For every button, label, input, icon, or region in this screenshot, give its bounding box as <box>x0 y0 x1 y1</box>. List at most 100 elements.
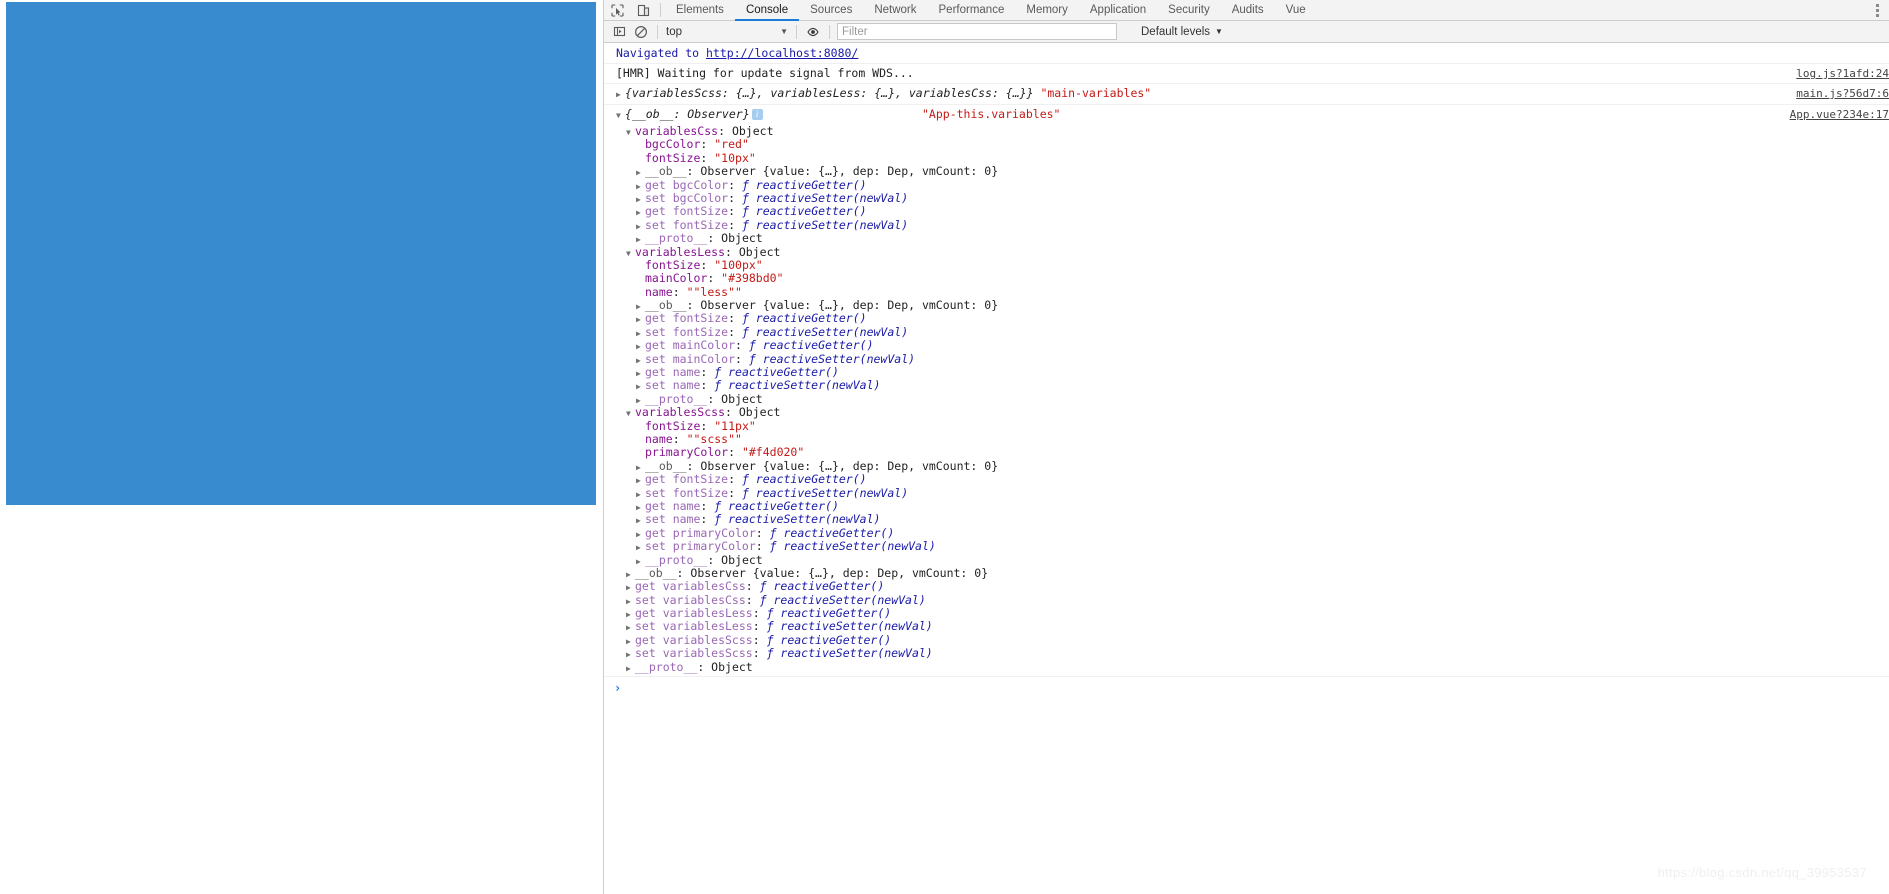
disclosure-triangle-expanded[interactable]: ▼ <box>616 108 625 123</box>
object-property-row[interactable]: ▶ get primaryColor: ƒ reactiveGetter() <box>604 526 1889 541</box>
disclosure-triangle-icon[interactable]: ▶ <box>636 354 645 367</box>
source-link-main-js[interactable]: main.js?56d7:6 <box>1796 86 1889 101</box>
tab-memory[interactable]: Memory <box>1015 0 1079 21</box>
disclosure-triangle-icon[interactable]: ▶ <box>636 501 645 514</box>
object-property-row[interactable]: ▶ get variablesCss: ƒ reactiveGetter() <box>604 580 1889 593</box>
disclosure-triangle-icon[interactable]: ▶ <box>636 514 645 527</box>
object-property-row[interactable]: ▶ set variablesCss: ƒ reactiveSetter(newV… <box>604 593 1889 608</box>
disclosure-triangle-icon[interactable]: ▶ <box>636 340 645 353</box>
disclosure-triangle-icon[interactable]: ▼ <box>626 126 635 139</box>
disclosure-triangle-icon[interactable]: ▶ <box>636 541 645 554</box>
live-expression-icon[interactable] <box>802 22 824 42</box>
disclosure-triangle-icon[interactable]: ▶ <box>636 166 645 179</box>
object-property-row[interactable]: ▶ set variablesScss: ƒ reactiveSetter(new… <box>604 647 1889 660</box>
disclosure-triangle-icon[interactable]: ▼ <box>626 247 635 260</box>
tab-console[interactable]: Console <box>734 0 800 21</box>
tab-elements[interactable]: Elements <box>665 0 735 21</box>
disclosure-triangle-icon[interactable]: ▶ <box>626 648 635 661</box>
source-link-log-js[interactable]: log.js?1afd:24 <box>1796 66 1889 81</box>
page-blue-block <box>6 2 596 505</box>
object-property-row[interactable]: ▼ variablesScss: Object <box>604 406 1889 419</box>
disclosure-triangle-icon[interactable]: ▶ <box>636 206 645 219</box>
tab-vue[interactable]: Vue <box>1275 0 1317 21</box>
disclosure-triangle-icon[interactable]: ▶ <box>636 313 645 326</box>
object-property-row[interactable]: ▶ __ob__: Observer {value: {…}, dep: Dep,… <box>604 164 1889 179</box>
navigated-url-link[interactable]: http://localhost:8080/ <box>706 46 858 60</box>
object-property-row[interactable]: name: ""scss"" <box>604 432 1889 446</box>
disclosure-triangle-icon[interactable]: ▶ <box>636 300 645 313</box>
disclosure-triangle-icon[interactable]: ▶ <box>626 662 635 675</box>
object-property-row[interactable]: ▶ set variablesLess: ƒ reactiveSetter(new… <box>604 620 1889 633</box>
disclosure-triangle-icon[interactable]: ▼ <box>626 407 635 420</box>
disclosure-triangle-icon[interactable]: ▶ <box>626 608 635 621</box>
object-property-row[interactable]: ▼ variablesCss: Object <box>604 124 1889 139</box>
disclosure-triangle-icon[interactable]: ▶ <box>626 568 635 581</box>
tab-performance[interactable]: Performance <box>928 0 1016 21</box>
more-options-icon[interactable] <box>1865 0 1889 20</box>
tab-audits[interactable]: Audits <box>1221 0 1275 21</box>
tab-application[interactable]: Application <box>1079 0 1157 21</box>
log-levels-select[interactable]: Default levels ▼ <box>1141 26 1223 38</box>
disclosure-triangle-icon[interactable]: ▶ <box>626 595 635 608</box>
object-property-row[interactable]: ▶ __ob__: Observer {value: {…}, dep: Dep,… <box>604 566 1889 581</box>
object-property-row[interactable]: ▶ get name: ƒ reactiveGetter() <box>604 365 1889 380</box>
object-property-row[interactable]: mainColor: "#398bd0" <box>604 272 1889 285</box>
console-prompt[interactable]: › <box>604 677 1889 699</box>
console-message-list[interactable]: Navigated to http://localhost:8080/ [HMR… <box>604 44 1889 894</box>
disclosure-triangle-collapsed[interactable]: ▶ <box>616 87 625 102</box>
object-property-row[interactable]: ▶ __proto__: Object <box>604 231 1889 245</box>
disclosure-triangle-icon[interactable]: ▶ <box>636 380 645 393</box>
object-property-row[interactable]: ▶ get mainColor: ƒ reactiveGetter() <box>604 339 1889 352</box>
disclosure-triangle-icon[interactable]: ▶ <box>636 474 645 487</box>
disclosure-triangle-icon[interactable]: ▶ <box>626 581 635 594</box>
disclosure-triangle-icon[interactable]: ▶ <box>636 367 645 380</box>
object-property-row[interactable]: fontSize: "10px" <box>604 151 1889 165</box>
object-property-row[interactable]: ▶ get bgcColor: ƒ reactiveGetter() <box>604 178 1889 193</box>
disclosure-triangle-icon[interactable]: ▶ <box>636 461 645 474</box>
object-property-row[interactable]: fontSize: "11px" <box>604 419 1889 433</box>
object-property-row[interactable]: bgcColor: "red" <box>604 138 1889 151</box>
object-property-row[interactable]: ▶ __proto__: Object <box>604 660 1889 675</box>
device-toolbar-icon[interactable] <box>630 0 656 20</box>
object-property-row[interactable]: ▶ get name: ƒ reactiveGetter() <box>604 499 1889 514</box>
object-property-row[interactable]: ▶ __proto__: Object <box>604 553 1889 567</box>
object-property-row[interactable]: ▶ set name: ƒ reactiveSetter(newVal) <box>604 379 1889 392</box>
tab-network[interactable]: Network <box>863 0 927 21</box>
object-property-row[interactable]: ▶ set name: ƒ reactiveSetter(newVal) <box>604 513 1889 526</box>
object-property-row[interactable]: ▶ set fontSize: ƒ reactiveSetter(newVal) <box>604 486 1889 501</box>
object-property-row[interactable]: ▶ set bgcColor: ƒ reactiveSetter(newVal) <box>604 191 1889 206</box>
filter-input-wrapper[interactable]: Filter <box>837 23 1117 40</box>
object-property-row[interactable]: ▶ set fontSize: ƒ reactiveSetter(newVal) <box>604 325 1889 340</box>
object-property-row[interactable]: ▶ get fontSize: ƒ reactiveGetter() <box>604 312 1889 325</box>
tab-security[interactable]: Security <box>1157 0 1221 21</box>
object-property-row[interactable]: ▶ set primaryColor: ƒ reactiveSetter(newV… <box>604 539 1889 554</box>
object-property-row[interactable]: ▶ get variablesLess: ƒ reactiveGetter() <box>604 606 1889 621</box>
object-property-row[interactable]: primaryColor: "#f4d020" <box>604 446 1889 459</box>
disclosure-triangle-icon[interactable]: ▶ <box>626 621 635 634</box>
disclosure-triangle-icon[interactable]: ▶ <box>636 488 645 501</box>
object-property-row[interactable]: ▶ get fontSize: ƒ reactiveGetter() <box>604 205 1889 218</box>
object-property-row[interactable]: ▶ __ob__: Observer {value: {…}, dep: Dep,… <box>604 459 1889 474</box>
object-property-row[interactable]: ▶ set mainColor: ƒ reactiveSetter(newVal) <box>604 352 1889 367</box>
disclosure-triangle-icon[interactable]: ▶ <box>636 180 645 193</box>
inspect-element-icon[interactable] <box>604 0 630 20</box>
object-property-row[interactable]: ▶ __proto__: Object <box>604 392 1889 406</box>
object-property-row[interactable]: name: ""less"" <box>604 285 1889 299</box>
object-property-row[interactable]: ▶ set fontSize: ƒ reactiveSetter(newVal) <box>604 218 1889 233</box>
object-property-row[interactable]: ▼ variablesLess: Object <box>604 245 1889 260</box>
source-link-app-vue[interactable]: App.vue?234e:17 <box>1790 107 1889 122</box>
object-property-row[interactable]: ▶ get variablesScss: ƒ reactiveGetter() <box>604 633 1889 648</box>
disclosure-triangle-icon[interactable]: ▶ <box>626 635 635 648</box>
object-property-row[interactable]: ▶ get fontSize: ƒ reactiveGetter() <box>604 472 1889 487</box>
disclosure-triangle-icon[interactable]: ▶ <box>636 327 645 340</box>
tab-sources[interactable]: Sources <box>799 0 863 21</box>
object-property-row[interactable]: ▶ __ob__: Observer {value: {…}, dep: Dep,… <box>604 298 1889 313</box>
clear-console-icon[interactable] <box>630 22 652 42</box>
object-property-row[interactable]: fontSize: "100px" <box>604 258 1889 272</box>
console-sidebar-icon[interactable] <box>608 22 630 42</box>
info-icon[interactable]: i <box>751 109 763 120</box>
disclosure-triangle-icon[interactable]: ▶ <box>636 220 645 233</box>
disclosure-triangle-icon[interactable]: ▶ <box>636 193 645 206</box>
execution-context-select[interactable]: top ▼ <box>663 23 791 41</box>
disclosure-triangle-icon[interactable]: ▶ <box>636 528 645 541</box>
